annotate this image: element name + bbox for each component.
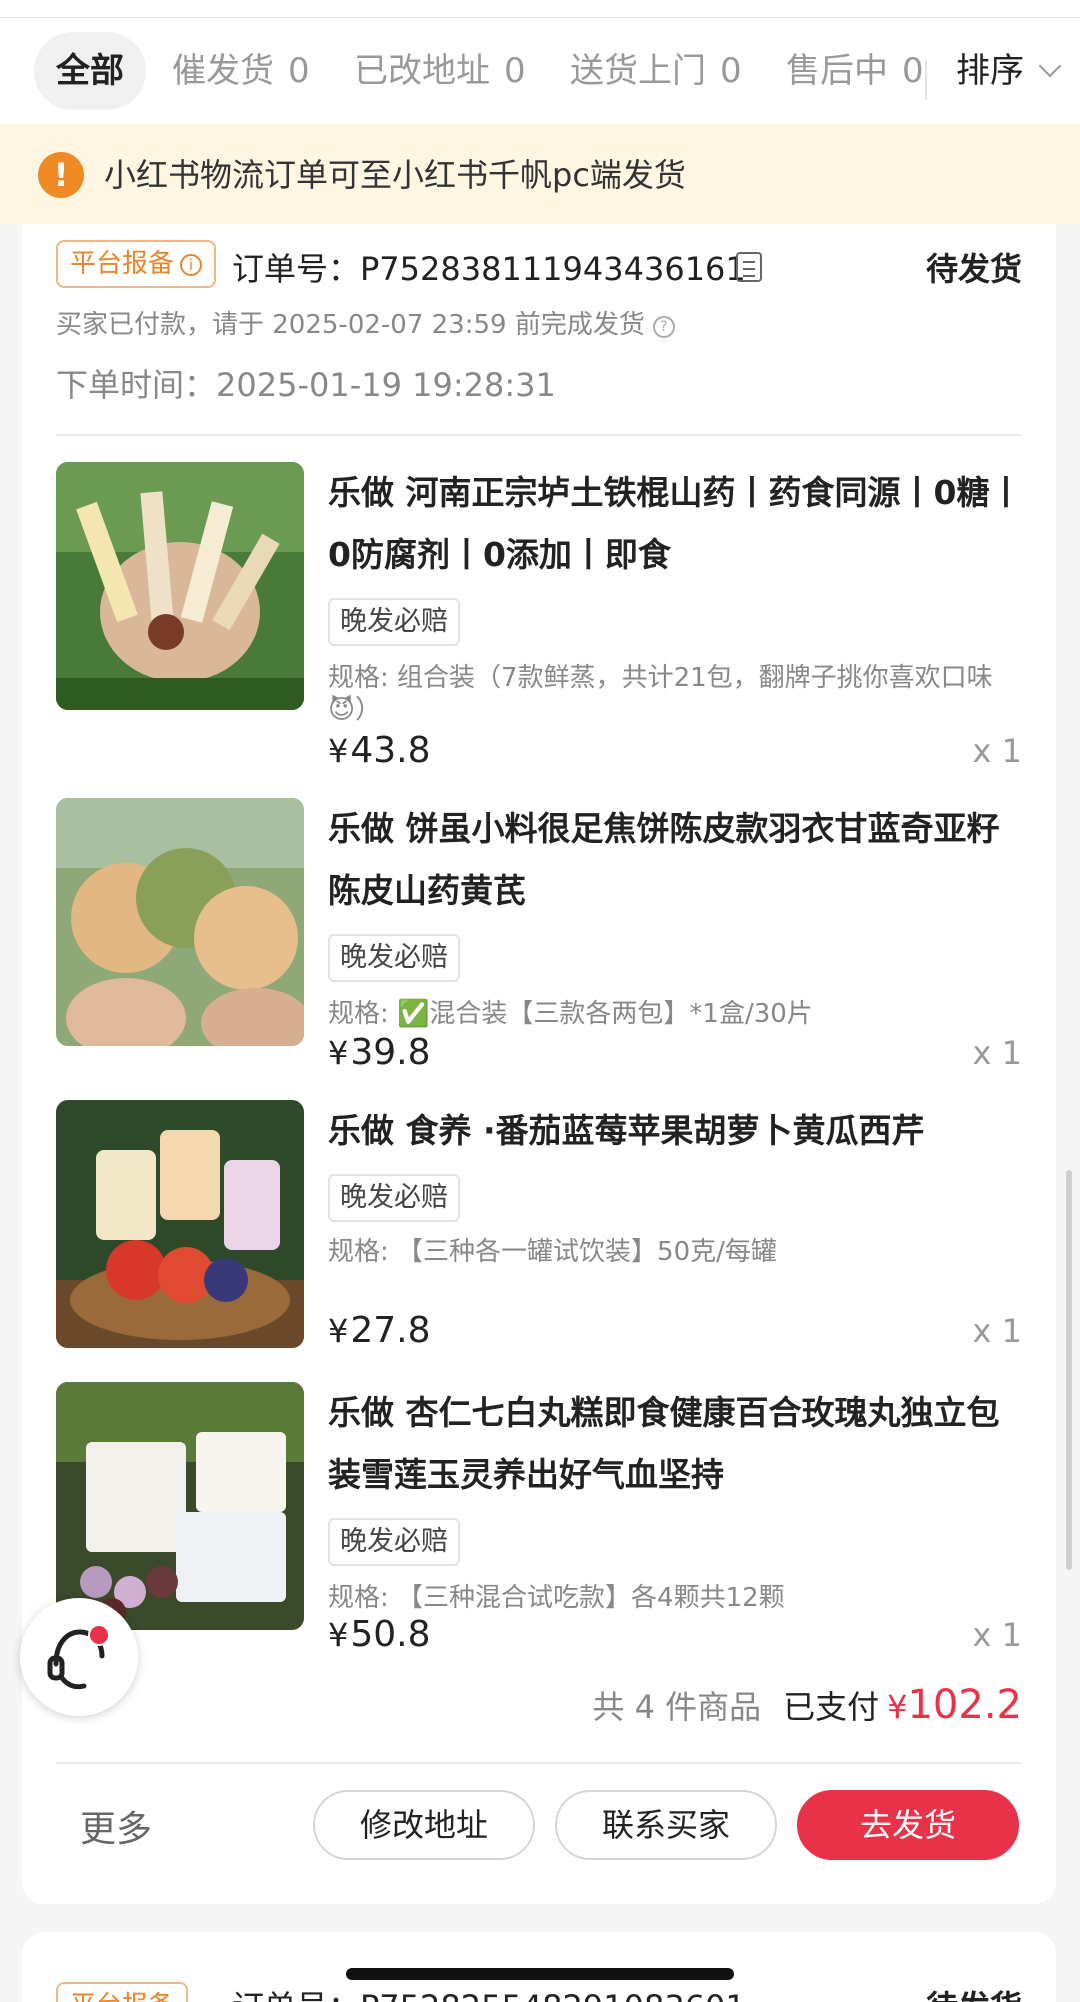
deadline-text: 买家已付款，请于 2025-02-07 23:59 前完成发货 — [56, 310, 645, 340]
sort-button[interactable]: 排序 — [956, 32, 1062, 110]
late-compensation-tag: 晚发必赔 — [328, 1518, 460, 1566]
tab-count: 0 — [504, 51, 526, 91]
product-price: ¥43.8 — [328, 730, 431, 771]
notification-dot — [88, 1624, 110, 1646]
tab-all[interactable]: 全部 — [34, 32, 146, 110]
tab-after-sales[interactable]: 售后中 0 — [786, 32, 924, 110]
order-card: 平台报备 i 订单号：P752838111943436161 待发货 买家已付款，… — [22, 224, 1056, 1904]
product-price: ¥39.8 — [328, 1032, 431, 1073]
product-spec: 规格: 组合装（7款鲜蒸，共计21包，翻牌子挑你喜欢口味😈） — [328, 663, 993, 725]
platform-filing-badge[interactable]: 平台报备 i — [56, 240, 217, 288]
divider — [56, 434, 1022, 436]
tab-urge-shipping[interactable]: 催发货 0 — [172, 32, 310, 110]
badge-label: 平台报备 — [70, 249, 175, 279]
order-status: 待发货 — [925, 250, 1022, 288]
contact-buyer-button[interactable]: 联系买家 — [555, 1790, 777, 1860]
product-spec: 规格: ✅混合装【三款各两包】*1盒/30片 — [328, 999, 813, 1029]
price-value: 43.8 — [350, 730, 431, 771]
divider — [56, 1762, 1022, 1764]
modify-address-button[interactable]: 修改地址 — [313, 1790, 535, 1860]
order-summary: 共 4 件商品 已支付 ¥102.2 — [592, 1682, 1022, 1728]
tab-label: 送货上门 — [570, 51, 706, 91]
product-image — [56, 462, 304, 710]
order-number: 订单号：P752825548291083601 — [232, 1982, 746, 2002]
product-item[interactable]: 乐做 食养 ·番茄蓝莓苹果胡萝卜黄瓜西芹 晚发必赔 规格: 【三种各一罐试饮装】… — [56, 1100, 1022, 1351]
order-number: 订单号：P752838111943436161 — [232, 250, 746, 288]
currency-symbol: ¥ — [328, 1312, 349, 1350]
late-compensation-tag: 晚发必赔 — [328, 1174, 460, 1222]
info-icon: i — [180, 254, 203, 276]
tab-label: 催发货 — [172, 51, 274, 91]
product-quantity: x 1 — [972, 1034, 1022, 1072]
headset-icon — [47, 1629, 105, 1690]
logistics-notice: ! 小红书物流订单可至小红书千帆pc端发货 — [0, 124, 1080, 224]
customer-service-button[interactable] — [20, 1598, 138, 1716]
paid-total: ¥102.2 — [887, 1682, 1022, 1728]
currency-symbol: ¥ — [887, 1688, 908, 1726]
tab-count: 0 — [288, 51, 310, 91]
warning-icon: ! — [38, 152, 84, 198]
product-image — [56, 1100, 304, 1348]
next-order-card: 平台报备 订单号：P752825548291083601 待发货 — [22, 1932, 1056, 2002]
tab-count: 0 — [720, 51, 742, 91]
tab-address-changed[interactable]: 已改地址 0 — [354, 32, 526, 110]
price-value: 50.8 — [350, 1614, 431, 1655]
tab-label: 已改地址 — [354, 51, 490, 91]
product-price: ¥27.8 — [328, 1310, 431, 1351]
home-indicator — [346, 1968, 734, 1980]
tab-home-delivery[interactable]: 送货上门 0 — [570, 32, 742, 110]
late-compensation-tag: 晚发必赔 — [328, 598, 460, 646]
more-button[interactable]: 更多 — [80, 1800, 152, 1852]
product-item[interactable]: 乐做 杏仁七白丸糕即食健康百合玫瑰丸独立包装雪莲玉灵养出好气血坚持 晚发必赔 规… — [56, 1382, 1022, 1655]
product-title: 乐做 饼虽小料很足焦饼陈皮款羽衣甘蓝奇亚籽陈皮山药黄芪 — [328, 809, 1000, 910]
product-quantity: x 1 — [972, 1616, 1022, 1654]
notice-text: 小红书物流订单可至小红书千帆pc端发货 — [104, 156, 686, 194]
product-image — [56, 798, 304, 1046]
tab-all-label: 全部 — [56, 51, 124, 91]
status-bar-area — [0, 0, 1080, 18]
chevron-down-icon — [1038, 54, 1062, 78]
product-spec: 规格: 【三种混合试吃款】各4颗共12颗 — [328, 1583, 785, 1613]
total-value: 102.2 — [907, 1682, 1022, 1728]
copy-icon[interactable] — [736, 252, 762, 282]
scrollbar[interactable] — [1066, 1170, 1072, 1570]
product-quantity: x 1 — [972, 1312, 1022, 1350]
price-value: 39.8 — [350, 1032, 431, 1073]
product-spec: 规格: 【三种各一罐试饮装】50克/每罐 — [328, 1237, 777, 1267]
order-time: 下单时间：2025-01-19 19:28:31 — [56, 366, 556, 404]
currency-symbol: ¥ — [328, 1616, 349, 1654]
product-quantity: x 1 — [972, 732, 1022, 770]
ship-button[interactable]: 去发货 — [797, 1790, 1019, 1860]
product-item[interactable]: 乐做 河南正宗垆土铁棍山药丨药食同源丨0糖丨0防腐剂丨0添加丨即食 晚发必赔 规… — [56, 462, 1022, 771]
platform-filing-badge[interactable]: 平台报备 — [56, 1982, 189, 2002]
currency-symbol: ¥ — [328, 732, 349, 770]
paid-label: 已支付 — [783, 1688, 880, 1726]
product-price: ¥50.8 — [328, 1614, 431, 1655]
item-count: 共 4 件商品 — [592, 1688, 762, 1726]
tab-label: 售后中 — [786, 51, 888, 91]
product-image — [56, 1382, 304, 1630]
currency-symbol: ¥ — [328, 1034, 349, 1072]
order-status: 待发货 — [926, 1982, 1022, 2002]
sort-label: 排序 — [956, 51, 1024, 91]
tab-count: 0 — [902, 51, 924, 91]
filter-tabs: 全部 催发货 0 已改地址 0 送货上门 0 售后中 0 排序 — [0, 18, 1080, 124]
tab-divider — [925, 60, 927, 100]
help-icon[interactable]: ? — [652, 316, 675, 338]
product-title: 乐做 杏仁七白丸糕即食健康百合玫瑰丸独立包装雪莲玉灵养出好气血坚持 — [328, 1393, 1000, 1494]
price-value: 27.8 — [350, 1310, 431, 1351]
product-title: 乐做 食养 ·番茄蓝莓苹果胡萝卜黄瓜西芹 — [328, 1111, 925, 1150]
late-compensation-tag: 晚发必赔 — [328, 934, 460, 982]
shipping-deadline: 买家已付款，请于 2025-02-07 23:59 前完成发货? — [56, 304, 675, 341]
product-item[interactable]: 乐做 饼虽小料很足焦饼陈皮款羽衣甘蓝奇亚籽陈皮山药黄芪 晚发必赔 规格: ✅混合… — [56, 798, 1022, 1073]
product-title: 乐做 河南正宗垆土铁棍山药丨药食同源丨0糖丨0防腐剂丨0添加丨即食 — [328, 473, 1023, 574]
